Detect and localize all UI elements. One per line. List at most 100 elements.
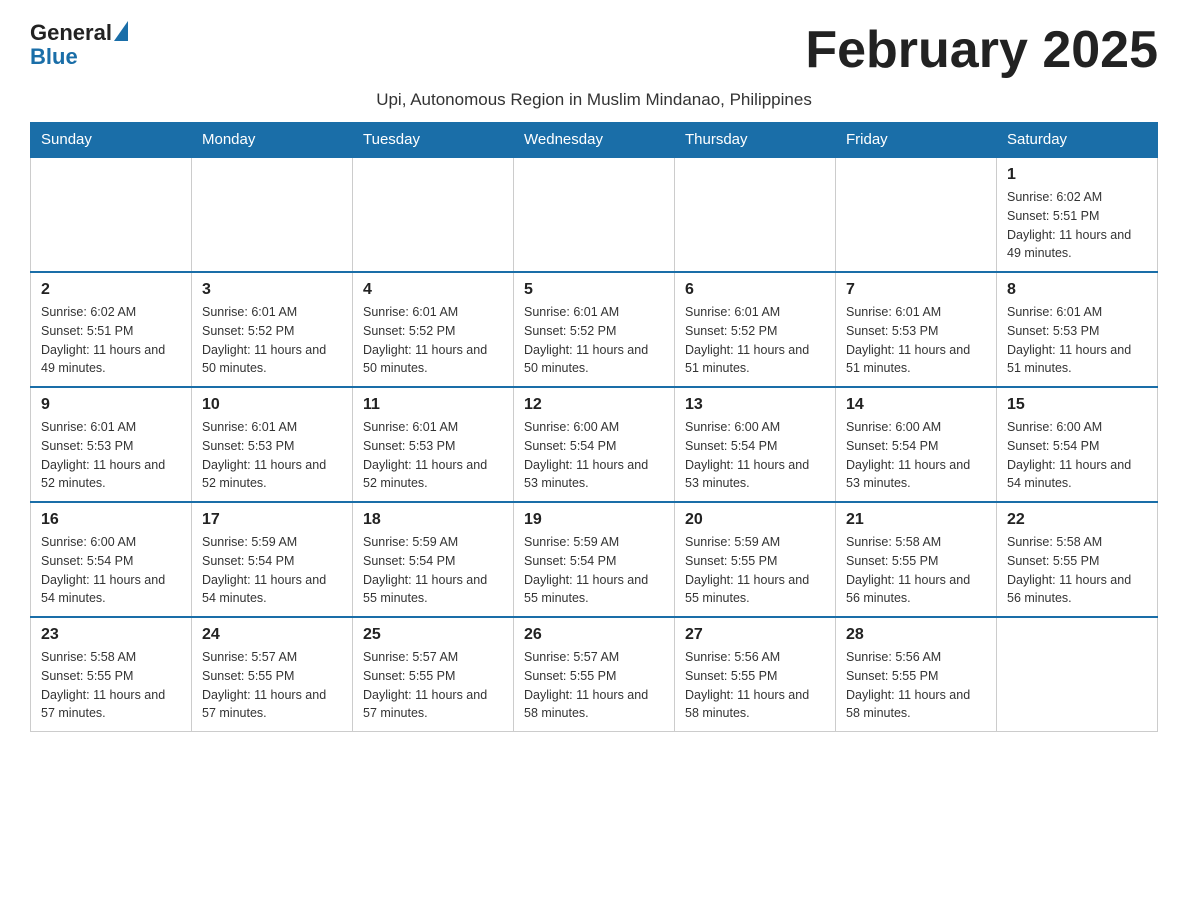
calendar-cell-w4-d3: 18 Sunrise: 5:59 AMSunset: 5:54 PMDayligh… bbox=[353, 502, 514, 617]
col-header-saturday: Saturday bbox=[997, 123, 1158, 158]
day-info: Sunrise: 6:00 AMSunset: 5:54 PMDaylight:… bbox=[41, 533, 181, 608]
logo-general-text: General bbox=[30, 20, 112, 46]
logo-blue-text: Blue bbox=[30, 44, 78, 70]
calendar-cell-w1-d6 bbox=[836, 157, 997, 272]
day-number: 24 bbox=[202, 626, 342, 644]
day-number: 2 bbox=[41, 281, 181, 299]
calendar-cell-w1-d7: 1Sunrise: 6:02 AMSunset: 5:51 PMDaylight… bbox=[997, 157, 1158, 272]
day-info: Sunrise: 6:00 AMSunset: 5:54 PMDaylight:… bbox=[846, 418, 986, 493]
header: General Blue February 2025 bbox=[30, 20, 1158, 80]
col-header-tuesday: Tuesday bbox=[353, 123, 514, 158]
day-number: 16 bbox=[41, 511, 181, 529]
day-info: Sunrise: 6:00 AMSunset: 5:54 PMDaylight:… bbox=[524, 418, 664, 493]
day-info: Sunrise: 6:01 AMSunset: 5:53 PMDaylight:… bbox=[41, 418, 181, 493]
day-info: Sunrise: 5:56 AMSunset: 5:55 PMDaylight:… bbox=[685, 648, 825, 723]
calendar-cell-w5-d2: 24 Sunrise: 5:57 AMSunset: 5:55 PMDayligh… bbox=[192, 617, 353, 732]
calendar-header-row: Sunday Monday Tuesday Wednesday Thursday… bbox=[31, 123, 1158, 158]
day-info: Sunrise: 6:01 AMSunset: 5:52 PMDaylight:… bbox=[685, 303, 825, 378]
day-info: Sunrise: 6:02 AMSunset: 5:51 PMDaylight:… bbox=[41, 303, 181, 378]
day-number: 20 bbox=[685, 511, 825, 529]
logo: General Blue bbox=[30, 20, 128, 70]
calendar-cell-w1-d1 bbox=[31, 157, 192, 272]
day-info: Sunrise: 6:01 AMSunset: 5:53 PMDaylight:… bbox=[363, 418, 503, 493]
day-number: 11 bbox=[363, 396, 503, 414]
calendar-cell-w2-d5: 6 Sunrise: 6:01 AMSunset: 5:52 PMDaylight… bbox=[675, 272, 836, 387]
calendar-week-2: 2 Sunrise: 6:02 AMSunset: 5:51 PMDaylight… bbox=[31, 272, 1158, 387]
day-number: 4 bbox=[363, 281, 503, 299]
calendar-cell-w5-d5: 27 Sunrise: 5:56 AMSunset: 5:55 PMDayligh… bbox=[675, 617, 836, 732]
calendar-table: Sunday Monday Tuesday Wednesday Thursday… bbox=[30, 122, 1158, 732]
calendar-cell-w3-d1: 9 Sunrise: 6:01 AMSunset: 5:53 PMDaylight… bbox=[31, 387, 192, 502]
day-number: 6 bbox=[685, 281, 825, 299]
calendar-cell-w3-d4: 12 Sunrise: 6:00 AMSunset: 5:54 PMDayligh… bbox=[514, 387, 675, 502]
calendar-cell-w5-d7 bbox=[997, 617, 1158, 732]
day-number: 7 bbox=[846, 281, 986, 299]
col-header-thursday: Thursday bbox=[675, 123, 836, 158]
calendar-cell-w3-d2: 10 Sunrise: 6:01 AMSunset: 5:53 PMDayligh… bbox=[192, 387, 353, 502]
day-info: Sunrise: 6:01 AMSunset: 5:52 PMDaylight:… bbox=[363, 303, 503, 378]
day-number: 23 bbox=[41, 626, 181, 644]
day-number: 26 bbox=[524, 626, 664, 644]
calendar-cell-w4-d2: 17 Sunrise: 5:59 AMSunset: 5:54 PMDayligh… bbox=[192, 502, 353, 617]
calendar-cell-w2-d3: 4 Sunrise: 6:01 AMSunset: 5:52 PMDaylight… bbox=[353, 272, 514, 387]
day-info: Sunrise: 6:01 AMSunset: 5:52 PMDaylight:… bbox=[202, 303, 342, 378]
calendar-cell-w1-d4 bbox=[514, 157, 675, 272]
day-number: 21 bbox=[846, 511, 986, 529]
day-number: 15 bbox=[1007, 396, 1147, 414]
day-number: 10 bbox=[202, 396, 342, 414]
calendar-cell-w4-d5: 20Sunrise: 5:59 AMSunset: 5:55 PMDayligh… bbox=[675, 502, 836, 617]
calendar-cell-w4-d4: 19Sunrise: 5:59 AMSunset: 5:54 PMDayligh… bbox=[514, 502, 675, 617]
calendar-cell-w2-d6: 7 Sunrise: 6:01 AMSunset: 5:53 PMDaylight… bbox=[836, 272, 997, 387]
day-number: 25 bbox=[363, 626, 503, 644]
col-header-monday: Monday bbox=[192, 123, 353, 158]
day-info: Sunrise: 5:57 AMSunset: 5:55 PMDaylight:… bbox=[202, 648, 342, 723]
day-info: Sunrise: 5:59 AMSunset: 5:54 PMDaylight:… bbox=[202, 533, 342, 608]
day-number: 17 bbox=[202, 511, 342, 529]
calendar-week-1: 1Sunrise: 6:02 AMSunset: 5:51 PMDaylight… bbox=[31, 157, 1158, 272]
calendar-cell-w1-d2 bbox=[192, 157, 353, 272]
logo-triangle-icon bbox=[114, 21, 128, 41]
col-header-sunday: Sunday bbox=[31, 123, 192, 158]
day-number: 5 bbox=[524, 281, 664, 299]
day-number: 18 bbox=[363, 511, 503, 529]
calendar-cell-w4-d7: 22Sunrise: 5:58 AMSunset: 5:55 PMDayligh… bbox=[997, 502, 1158, 617]
calendar-cell-w2-d4: 5 Sunrise: 6:01 AMSunset: 5:52 PMDaylight… bbox=[514, 272, 675, 387]
day-number: 12 bbox=[524, 396, 664, 414]
day-info: Sunrise: 6:01 AMSunset: 5:53 PMDaylight:… bbox=[846, 303, 986, 378]
calendar-cell-w3-d7: 15Sunrise: 6:00 AMSunset: 5:54 PMDayligh… bbox=[997, 387, 1158, 502]
day-number: 28 bbox=[846, 626, 986, 644]
day-number: 3 bbox=[202, 281, 342, 299]
day-number: 9 bbox=[41, 396, 181, 414]
day-number: 13 bbox=[685, 396, 825, 414]
day-info: Sunrise: 5:59 AMSunset: 5:54 PMDaylight:… bbox=[363, 533, 503, 608]
day-info: Sunrise: 6:00 AMSunset: 5:54 PMDaylight:… bbox=[685, 418, 825, 493]
day-info: Sunrise: 5:58 AMSunset: 5:55 PMDaylight:… bbox=[846, 533, 986, 608]
day-info: Sunrise: 5:58 AMSunset: 5:55 PMDaylight:… bbox=[41, 648, 181, 723]
calendar-cell-w2-d7: 8 Sunrise: 6:01 AMSunset: 5:53 PMDaylight… bbox=[997, 272, 1158, 387]
calendar-subtitle: Upi, Autonomous Region in Muslim Mindana… bbox=[30, 90, 1158, 110]
day-info: Sunrise: 6:01 AMSunset: 5:53 PMDaylight:… bbox=[202, 418, 342, 493]
calendar-cell-w4-d1: 16 Sunrise: 6:00 AMSunset: 5:54 PMDayligh… bbox=[31, 502, 192, 617]
calendar-cell-w3-d6: 14Sunrise: 6:00 AMSunset: 5:54 PMDayligh… bbox=[836, 387, 997, 502]
calendar-cell-w5-d4: 26 Sunrise: 5:57 AMSunset: 5:55 PMDayligh… bbox=[514, 617, 675, 732]
day-info: Sunrise: 6:01 AMSunset: 5:53 PMDaylight:… bbox=[1007, 303, 1147, 378]
calendar-week-4: 16 Sunrise: 6:00 AMSunset: 5:54 PMDayligh… bbox=[31, 502, 1158, 617]
day-number: 27 bbox=[685, 626, 825, 644]
calendar-cell-w5-d3: 25 Sunrise: 5:57 AMSunset: 5:55 PMDayligh… bbox=[353, 617, 514, 732]
calendar-cell-w3-d5: 13 Sunrise: 6:00 AMSunset: 5:54 PMDayligh… bbox=[675, 387, 836, 502]
day-info: Sunrise: 5:57 AMSunset: 5:55 PMDaylight:… bbox=[363, 648, 503, 723]
calendar-week-5: 23 Sunrise: 5:58 AMSunset: 5:55 PMDayligh… bbox=[31, 617, 1158, 732]
calendar-cell-w2-d1: 2 Sunrise: 6:02 AMSunset: 5:51 PMDaylight… bbox=[31, 272, 192, 387]
calendar-cell-w5-d1: 23 Sunrise: 5:58 AMSunset: 5:55 PMDayligh… bbox=[31, 617, 192, 732]
day-number: 8 bbox=[1007, 281, 1147, 299]
calendar-cell-w4-d6: 21 Sunrise: 5:58 AMSunset: 5:55 PMDayligh… bbox=[836, 502, 997, 617]
calendar-week-3: 9 Sunrise: 6:01 AMSunset: 5:53 PMDaylight… bbox=[31, 387, 1158, 502]
day-info: Sunrise: 6:01 AMSunset: 5:52 PMDaylight:… bbox=[524, 303, 664, 378]
day-info: Sunrise: 5:59 AMSunset: 5:54 PMDaylight:… bbox=[524, 533, 664, 608]
col-header-wednesday: Wednesday bbox=[514, 123, 675, 158]
day-info: Sunrise: 6:02 AMSunset: 5:51 PMDaylight:… bbox=[1007, 188, 1147, 263]
calendar-cell-w5-d6: 28Sunrise: 5:56 AMSunset: 5:55 PMDayligh… bbox=[836, 617, 997, 732]
day-info: Sunrise: 5:57 AMSunset: 5:55 PMDaylight:… bbox=[524, 648, 664, 723]
calendar-cell-w3-d3: 11 Sunrise: 6:01 AMSunset: 5:53 PMDayligh… bbox=[353, 387, 514, 502]
month-title: February 2025 bbox=[805, 20, 1158, 80]
